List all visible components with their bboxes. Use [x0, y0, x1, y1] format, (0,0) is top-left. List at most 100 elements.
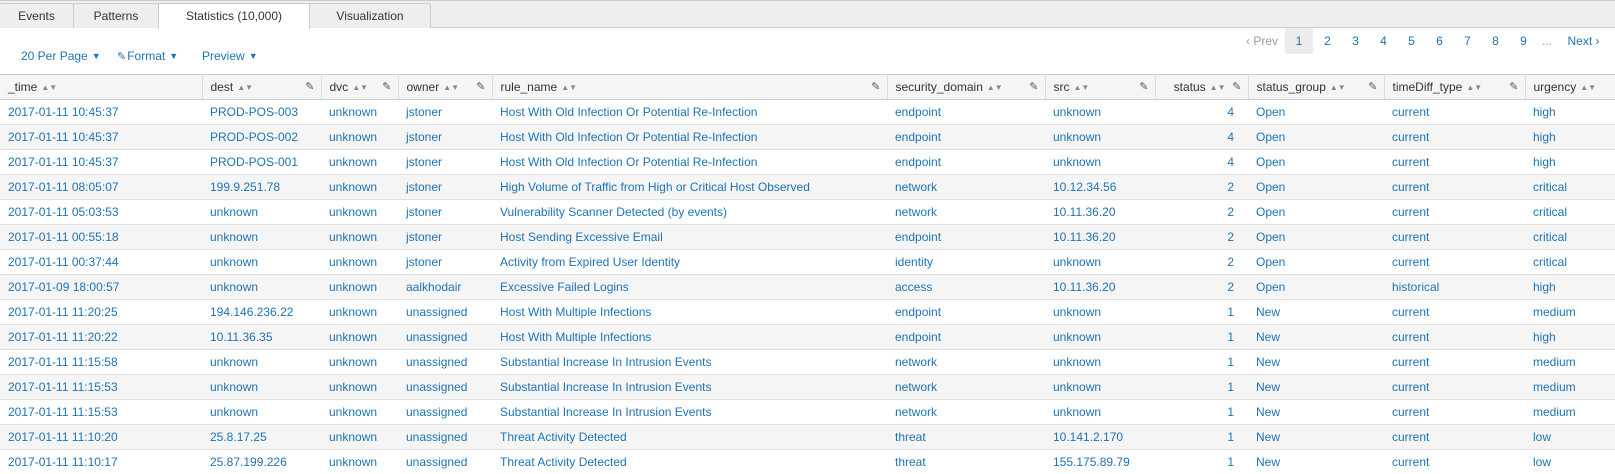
cell-rule-name[interactable]: Substantial Increase In Intrusion Events: [492, 399, 887, 425]
cell-owner[interactable]: jstoner: [398, 149, 492, 175]
cell-rule-name[interactable]: Substantial Increase In Intrusion Events: [492, 374, 887, 400]
per-page-dropdown[interactable]: 20 Per Page ▼: [21, 46, 101, 66]
column-header-security-domain[interactable]: security_domain ▲▼ ✎: [887, 74, 1046, 100]
cell-urgency[interactable]: critical: [1525, 174, 1615, 200]
cell-dvc[interactable]: unknown: [321, 349, 398, 375]
tab-events[interactable]: Events: [0, 3, 74, 28]
cell-timediff-type[interactable]: current: [1384, 349, 1525, 375]
cell-security-domain[interactable]: network: [887, 399, 1045, 425]
cell-time[interactable]: 2017-01-11 11:20:22: [0, 324, 202, 350]
cell-dvc[interactable]: unknown: [321, 299, 398, 325]
cell-timediff-type[interactable]: current: [1384, 249, 1525, 275]
cell-dvc[interactable]: unknown: [321, 174, 398, 200]
cell-security-domain[interactable]: endpoint: [887, 324, 1045, 350]
column-header-time[interactable]: _time ▲▼: [0, 74, 203, 100]
cell-src[interactable]: unknown: [1045, 124, 1155, 150]
cell-security-domain[interactable]: endpoint: [887, 224, 1045, 250]
pencil-icon[interactable]: ✎: [382, 80, 391, 93]
cell-owner[interactable]: unassigned: [398, 449, 492, 474]
pencil-icon[interactable]: ✎: [1509, 80, 1518, 93]
sort-icon[interactable]: ▲▼: [352, 83, 368, 92]
cell-status[interactable]: 2: [1155, 249, 1248, 275]
cell-status-group[interactable]: New: [1248, 424, 1384, 450]
cell-timediff-type[interactable]: current: [1384, 374, 1525, 400]
pencil-icon[interactable]: ✎: [1029, 80, 1038, 93]
sort-icon[interactable]: ▲▼: [1210, 83, 1226, 92]
cell-owner[interactable]: aalkhodair: [398, 274, 492, 300]
cell-rule-name[interactable]: Activity from Expired User Identity: [492, 249, 887, 275]
cell-owner[interactable]: unassigned: [398, 399, 492, 425]
cell-urgency[interactable]: high: [1525, 99, 1615, 125]
cell-timediff-type[interactable]: historical: [1384, 274, 1525, 300]
cell-rule-name[interactable]: Host With Old Infection Or Potential Re-…: [492, 99, 887, 125]
sort-icon[interactable]: ▲▼: [237, 83, 253, 92]
column-header-timediff-type[interactable]: timeDiff_type ▲▼ ✎: [1384, 74, 1526, 100]
cell-dvc[interactable]: unknown: [321, 424, 398, 450]
column-header-owner[interactable]: owner ▲▼ ✎: [398, 74, 493, 100]
cell-security-domain[interactable]: endpoint: [887, 124, 1045, 150]
cell-src[interactable]: unknown: [1045, 349, 1155, 375]
cell-timediff-type[interactable]: current: [1384, 399, 1525, 425]
cell-src[interactable]: 10.11.36.20: [1045, 274, 1155, 300]
cell-time[interactable]: 2017-01-11 10:45:37: [0, 149, 202, 175]
cell-dvc[interactable]: unknown: [321, 149, 398, 175]
cell-status-group[interactable]: Open: [1248, 149, 1384, 175]
sort-icon[interactable]: ▲▼: [561, 83, 577, 92]
cell-dvc[interactable]: unknown: [321, 99, 398, 125]
cell-status[interactable]: 2: [1155, 224, 1248, 250]
cell-status[interactable]: 2: [1155, 274, 1248, 300]
cell-status[interactable]: 1: [1155, 399, 1248, 425]
cell-time[interactable]: 2017-01-11 00:55:18: [0, 224, 202, 250]
cell-time[interactable]: 2017-01-09 18:00:57: [0, 274, 202, 300]
cell-status[interactable]: 4: [1155, 99, 1248, 125]
cell-time[interactable]: 2017-01-11 11:10:20: [0, 424, 202, 450]
cell-dvc[interactable]: unknown: [321, 374, 398, 400]
cell-status[interactable]: 2: [1155, 174, 1248, 200]
cell-security-domain[interactable]: network: [887, 174, 1045, 200]
cell-dest[interactable]: PROD-POS-001: [202, 149, 321, 175]
cell-timediff-type[interactable]: current: [1384, 149, 1525, 175]
cell-dest[interactable]: unknown: [202, 274, 321, 300]
prev-page-button[interactable]: ‹ Prev: [1242, 28, 1282, 54]
cell-status[interactable]: 1: [1155, 424, 1248, 450]
cell-dvc[interactable]: unknown: [321, 449, 398, 474]
cell-status-group[interactable]: New: [1248, 399, 1384, 425]
cell-time[interactable]: 2017-01-11 00:37:44: [0, 249, 202, 275]
cell-security-domain[interactable]: access: [887, 274, 1045, 300]
page-5-button[interactable]: 5: [1398, 28, 1425, 54]
cell-src[interactable]: 155.175.89.79: [1045, 449, 1155, 474]
page-4-button[interactable]: 4: [1370, 28, 1397, 54]
cell-time[interactable]: 2017-01-11 11:15:53: [0, 399, 202, 425]
cell-owner[interactable]: unassigned: [398, 424, 492, 450]
pencil-icon[interactable]: ✎: [476, 80, 485, 93]
cell-dest[interactable]: unknown: [202, 249, 321, 275]
cell-time[interactable]: 2017-01-11 11:20:25: [0, 299, 202, 325]
cell-owner[interactable]: unassigned: [398, 374, 492, 400]
cell-time[interactable]: 2017-01-11 10:45:37: [0, 124, 202, 150]
preview-dropdown[interactable]: Preview ▼: [202, 46, 258, 66]
cell-status-group[interactable]: New: [1248, 349, 1384, 375]
cell-rule-name[interactable]: Excessive Failed Logins: [492, 274, 887, 300]
cell-status-group[interactable]: New: [1248, 324, 1384, 350]
sort-icon[interactable]: ▲▼: [1330, 83, 1346, 92]
cell-security-domain[interactable]: identity: [887, 249, 1045, 275]
cell-urgency[interactable]: high: [1525, 149, 1615, 175]
cell-dest[interactable]: unknown: [202, 199, 321, 225]
cell-security-domain[interactable]: network: [887, 199, 1045, 225]
cell-dvc[interactable]: unknown: [321, 199, 398, 225]
cell-status-group[interactable]: Open: [1248, 99, 1384, 125]
cell-dest[interactable]: PROD-POS-003: [202, 99, 321, 125]
cell-urgency[interactable]: medium: [1525, 349, 1615, 375]
cell-rule-name[interactable]: Host With Multiple Infections: [492, 324, 887, 350]
cell-dvc[interactable]: unknown: [321, 124, 398, 150]
cell-dest[interactable]: unknown: [202, 374, 321, 400]
cell-src[interactable]: unknown: [1045, 324, 1155, 350]
column-header-urgency[interactable]: urgency ▲▼: [1525, 74, 1615, 100]
cell-urgency[interactable]: high: [1525, 324, 1615, 350]
cell-status-group[interactable]: Open: [1248, 224, 1384, 250]
cell-timediff-type[interactable]: current: [1384, 99, 1525, 125]
cell-status[interactable]: 1: [1155, 449, 1248, 474]
cell-src[interactable]: 10.11.36.20: [1045, 199, 1155, 225]
format-dropdown[interactable]: ✎Format ▼: [117, 46, 178, 66]
cell-owner[interactable]: jstoner: [398, 99, 492, 125]
